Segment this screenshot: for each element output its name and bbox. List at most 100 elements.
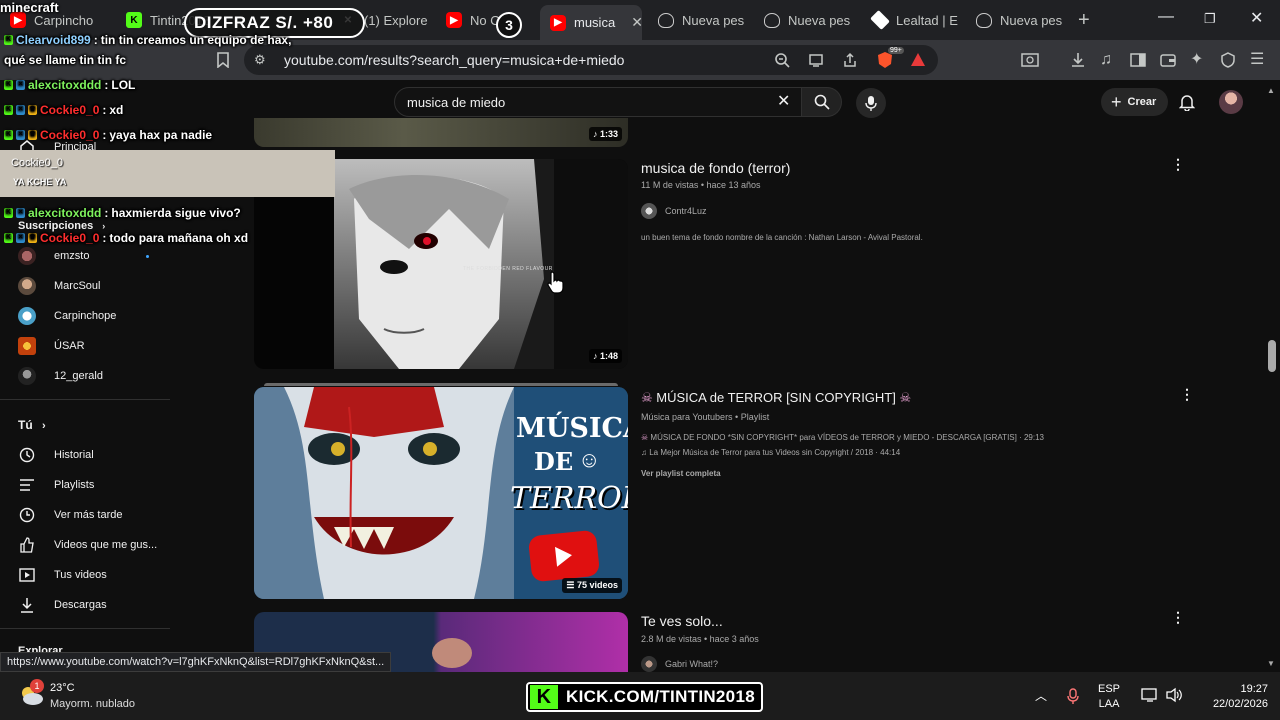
zoom-icon[interactable] (774, 52, 790, 72)
search-query: musica de miedo (407, 95, 506, 110)
sidebar-item-watch-later[interactable]: Ver más tarde (0, 502, 170, 528)
more-options-icon[interactable]: ⋮ (1180, 387, 1194, 401)
watch-later-icon (18, 506, 36, 524)
notifications-bell-icon[interactable] (1178, 94, 1196, 115)
chat-message: K ✕ alexcitoxddd : LOL (4, 78, 136, 92)
sidebar-divider (0, 628, 170, 629)
playlist-video-2[interactable]: ♫ La Mejor Música de Terror para tus Vid… (641, 448, 900, 457)
cast-icon[interactable] (808, 52, 824, 72)
crown-badge-icon: ♛ (28, 130, 37, 140)
sidebar-toggle-icon[interactable] (1130, 52, 1146, 72)
restore-icon[interactable]: ❐ (1204, 11, 1216, 27)
brave-shields-icon[interactable] (876, 51, 894, 73)
thumbnail-text: THE FORBIDDEN RED FLAVOUR (463, 266, 553, 272)
microphone-icon (865, 96, 877, 111)
playlist-thumbnail[interactable]: MÚSICA DE ☺ TERROR ☰ 75 videos (254, 387, 628, 599)
search-input[interactable]: musica de miedo ✕ (394, 87, 802, 117)
channel-avatar (641, 203, 657, 219)
sidebar-item-playlists[interactable]: Playlists (0, 472, 170, 498)
view-full-playlist-link[interactable]: Ver playlist completa (641, 469, 721, 478)
sidebar-sub-carpinchope[interactable]: Carpinchope (0, 303, 170, 329)
music-icon[interactable]: ♫ (1100, 52, 1112, 68)
downloads-icon (18, 596, 36, 614)
tab-search-icon[interactable] (1021, 52, 1039, 72)
tab-nueva-pestana-3[interactable]: Nueva pes (966, 5, 1070, 35)
voice-search-button[interactable] (856, 88, 886, 118)
site-settings-icon[interactable]: ⚙ (254, 52, 266, 68)
windows-taskbar: 1 23°C Mayorm. nublado K KICK.COM/TINTIN… (0, 672, 1280, 720)
temperature[interactable]: 23°C (50, 682, 75, 694)
microphone-in-use-icon[interactable] (1067, 688, 1079, 704)
downloads-icon[interactable] (1070, 52, 1086, 72)
video-meta: 2.8 M de vistas • hace 3 años (641, 634, 759, 644)
create-button[interactable]: + Crear (1101, 88, 1169, 116)
tab-musica-active[interactable]: ▶ musica ✕ (540, 5, 642, 40)
brave-rewards-icon[interactable] (910, 52, 926, 72)
kick-badge-icon: K (4, 80, 13, 90)
crown-badge-icon: ♛ (28, 233, 37, 243)
leo-ai-icon[interactable]: ✦ (1190, 52, 1203, 68)
chat-message: K ✕ ♛ Cockie0_0 : todo para mañana oh xd (4, 231, 249, 245)
tab-nueva-pestana-2[interactable]: Nueva pes (754, 5, 860, 35)
kick-logo-icon: K (530, 685, 558, 709)
sidebar-item-history[interactable]: Historial (0, 442, 170, 468)
video-title[interactable]: musica de fondo (terror) (641, 160, 790, 176)
subscriber-badge-icon: ✕ (16, 233, 25, 243)
scroll-down-arrow-icon[interactable]: ▼ (1267, 659, 1275, 668)
account-avatar[interactable] (1219, 90, 1243, 114)
crown-badge-icon: ♛ (28, 105, 37, 115)
sidebar-sub-usar[interactable]: ÚSAR (0, 333, 170, 359)
vpn-icon[interactable] (1220, 52, 1236, 72)
video-title[interactable]: Te ves solo... (641, 613, 723, 629)
tab-label: Nueva pes (788, 12, 851, 28)
playlist-video-1[interactable]: ☠ MÚSICA DE FONDO *SIN COPYRIGHT* para V… (641, 433, 1044, 442)
sidebar-sub-12-gerald[interactable]: 12_gerald (0, 363, 170, 389)
clear-search-icon[interactable]: ✕ (777, 94, 790, 110)
close-window-icon[interactable]: ✕ (1250, 8, 1263, 28)
kick-badge-icon: K (4, 130, 13, 140)
share-icon[interactable] (842, 52, 858, 72)
shields-badge: 99+ (888, 47, 904, 54)
clock[interactable]: 19:27 22/02/2026 (1198, 682, 1268, 712)
sidebar-sub-marcsoul[interactable]: MarcSoul (0, 273, 170, 299)
playlist-stack-edge (264, 383, 618, 386)
chevron-right-icon: › (42, 420, 46, 432)
tray-overflow-chevron-icon[interactable]: ︿ (1035, 688, 1047, 704)
more-options-icon[interactable]: ⋮ (1171, 610, 1185, 624)
scroll-up-arrow-icon[interactable]: ▲ (1267, 86, 1275, 95)
close-tab-icon[interactable]: ✕ (631, 14, 642, 31)
channel-link[interactable]: Contr4Luz (641, 203, 707, 219)
ghost-icon: ☺ (578, 447, 601, 472)
chat-message: K Clearvoid899: tin tin creamos un equip… (4, 33, 292, 47)
wallet-icon[interactable] (1160, 52, 1176, 72)
more-options-icon[interactable]: ⋮ (1171, 157, 1185, 171)
tab-nueva-pestana-1[interactable]: Nueva pes (648, 5, 754, 35)
page-scrollbar[interactable] (1268, 340, 1276, 372)
sidebar-divider (0, 399, 170, 400)
minimize-icon[interactable]: — (1158, 8, 1174, 26)
new-tab-plus-icon[interactable]: + (1078, 9, 1090, 32)
subscriber-badge-icon: ✕ (16, 80, 25, 90)
video-thumbnail[interactable]: ♪ 1:33 (254, 118, 628, 147)
sidebar-item-your-videos[interactable]: Tus videos (0, 562, 170, 588)
hand-cursor-icon (547, 271, 564, 294)
menu-icon[interactable]: ☰ (1250, 52, 1264, 68)
search-button[interactable] (802, 87, 842, 117)
thumbnail-word-terror: TERROR (510, 481, 628, 516)
address-bar[interactable]: ⚙ youtube.com/results?search_query=music… (244, 45, 938, 75)
sidebar-item-liked-videos[interactable]: Videos que me gus... (0, 532, 170, 558)
playlists-icon (18, 476, 36, 494)
sidebar-sub-emzsto[interactable]: emzsto (0, 243, 170, 269)
chat-message: K ✕ alexcitoxddd : haxmierda sigue vivo? (4, 206, 241, 220)
subscriber-badge-icon: ✕ (16, 208, 25, 218)
tab-label: Nueva pes (682, 12, 745, 28)
network-icon[interactable] (1141, 687, 1159, 703)
tab-lealtad[interactable]: Lealtad | E (862, 5, 968, 35)
bookmark-icon[interactable] (216, 52, 230, 72)
sidebar-item-downloads[interactable]: Descargas (0, 592, 170, 618)
you-header[interactable]: Tú › (18, 418, 46, 432)
language-indicator[interactable]: ESP LAA (1098, 682, 1120, 712)
volume-icon[interactable] (1165, 687, 1183, 703)
playlist-title[interactable]: ☠ MÚSICA de TERROR [SIN COPYRIGHT] ☠ (641, 390, 911, 406)
channel-link[interactable]: Gabri What!? (641, 656, 718, 672)
